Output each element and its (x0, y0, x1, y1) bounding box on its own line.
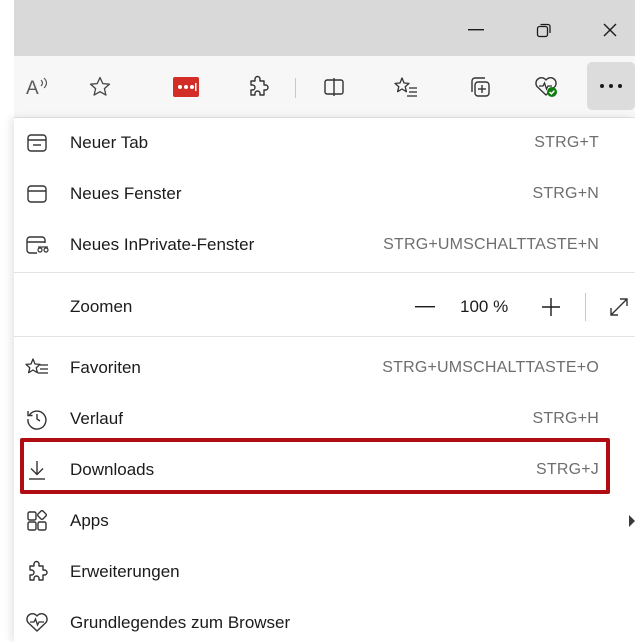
add-favorite-button[interactable] (80, 67, 120, 107)
split-screen-button[interactable] (314, 67, 354, 107)
lastpass-extension-button[interactable] (166, 67, 206, 107)
menu-item-extensions[interactable]: Erweiterungen (14, 547, 635, 597)
menu-item-label: Neuer Tab (70, 133, 149, 152)
restore-button[interactable] (524, 12, 564, 48)
zoom-row: Zoomen 100 % (14, 279, 635, 335)
menu-item-new-window[interactable]: Neues Fenster STRG+N (14, 169, 635, 219)
menu-item-apps[interactable]: Apps (14, 496, 635, 546)
new-tab-icon (24, 131, 50, 155)
more-menu-icon (599, 83, 623, 89)
menu-item-label: Grundlegendes zum Browser (70, 613, 291, 632)
favorites-list-icon (393, 75, 419, 99)
fullscreen-button[interactable] (602, 287, 635, 327)
menu-item-label: Neues InPrivate-Fenster (70, 235, 255, 254)
browser-essentials-icon (533, 75, 559, 99)
zoom-separator (585, 293, 586, 321)
menu-item-browser-essentials[interactable]: Grundlegendes zum Browser (14, 598, 635, 642)
read-aloud-button[interactable]: A (18, 67, 58, 107)
minus-icon (415, 306, 435, 308)
menu-item-shortcut: STRG+UMSCHALTTASTE+O (382, 359, 599, 376)
menu-item-label: Downloads (70, 460, 155, 479)
lastpass-extension-icon (173, 76, 199, 98)
menu-item-shortcut: STRG+UMSCHALTTASTE+N (383, 236, 599, 253)
close-button[interactable] (590, 12, 630, 48)
menu-item-shortcut: STRG+H (532, 410, 599, 427)
menu-item-label: Apps (70, 511, 109, 530)
close-icon (602, 22, 618, 38)
menu-divider (14, 336, 635, 337)
favorite-star-icon (88, 75, 112, 99)
browser-essentials-icon (24, 611, 50, 635)
page-edge (0, 0, 14, 642)
menu-item-label: Neues Fenster (70, 184, 182, 203)
minimize-icon (468, 29, 484, 31)
favorites-button[interactable] (386, 67, 426, 107)
history-icon (24, 407, 50, 431)
menu-item-new-tab[interactable]: Neuer Tab STRG+T (14, 118, 635, 168)
plus-icon (541, 297, 561, 317)
menu-item-label: Verlauf (70, 409, 123, 428)
zoom-label: Zoomen (70, 297, 133, 316)
browser-screenshot: A Neuer Tab STRG+T Neues Fenster STRG+N … (0, 0, 635, 642)
extensions-puzzle-icon (246, 75, 270, 99)
menu-item-downloads[interactable]: Downloads STRG+J (14, 445, 635, 495)
menu-item-label: Erweiterungen (70, 562, 180, 581)
toolbar-separator (295, 78, 296, 98)
menu-item-shortcut: STRG+N (532, 185, 599, 202)
extensions-icon (24, 560, 50, 584)
collections-icon (468, 75, 492, 99)
read-aloud-letter: A (26, 78, 39, 98)
submenu-arrow-icon (629, 515, 635, 527)
extensions-button[interactable] (238, 67, 278, 107)
menu-item-new-inprivate-window[interactable]: Neues InPrivate-Fenster STRG+UMSCHALTTAS… (14, 220, 635, 270)
new-window-icon (24, 182, 50, 206)
browser-essentials-button[interactable] (526, 67, 566, 107)
settings-menu: Neuer Tab STRG+T Neues Fenster STRG+N Ne… (14, 118, 635, 642)
menu-item-shortcut: STRG+T (534, 134, 599, 151)
collections-button[interactable] (460, 67, 500, 107)
zoom-in-button[interactable] (531, 287, 571, 327)
menu-item-favorites[interactable]: Favoriten STRG+UMSCHALTTASTE+O (14, 343, 635, 393)
menu-item-label: Favoriten (70, 358, 141, 377)
menu-item-shortcut: STRG+J (536, 461, 599, 478)
minimize-button[interactable] (456, 12, 496, 48)
apps-icon (24, 509, 50, 533)
browser-toolbar: A (14, 56, 635, 118)
favorites-icon (24, 356, 50, 380)
more-menu-button[interactable] (587, 62, 635, 110)
inprivate-window-icon (24, 233, 50, 257)
read-aloud-icon: A (25, 76, 51, 98)
menu-divider (14, 272, 635, 273)
download-icon (24, 458, 50, 482)
split-screen-icon (322, 75, 346, 99)
fullscreen-icon (608, 296, 630, 318)
zoom-out-button[interactable] (405, 287, 445, 327)
title-bar (14, 0, 635, 56)
restore-icon (536, 22, 552, 38)
zoom-value: 100 % (460, 297, 509, 316)
menu-item-history[interactable]: Verlauf STRG+H (14, 394, 635, 444)
